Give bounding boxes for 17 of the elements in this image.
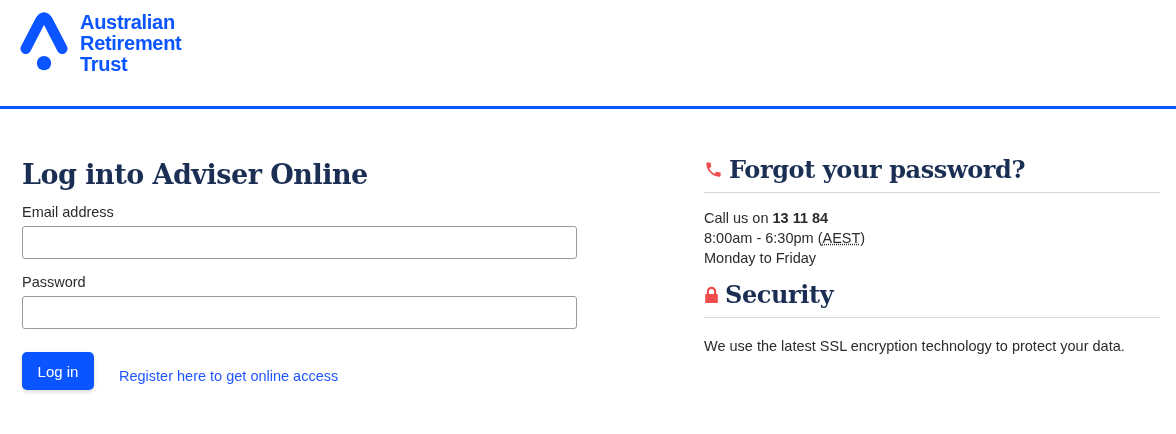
register-link[interactable]: Register here to get online access <box>119 368 339 384</box>
phone-icon <box>704 160 723 179</box>
logo-text: Australian Retirement Trust <box>80 12 182 75</box>
section-heading: Security <box>725 280 834 309</box>
logo-icon <box>20 12 68 72</box>
section-heading: Forgot your password? <box>729 155 1026 184</box>
phone-text: Call us on 13 11 84 <box>704 209 830 228</box>
page-title: Log into Adviser Online <box>22 159 369 190</box>
hours-text: 8:00am - 6:30pm (AEST) <box>704 229 867 248</box>
field-label: Password <box>22 274 87 290</box>
field-label: Email address <box>22 204 115 220</box>
input-field[interactable] <box>22 226 577 259</box>
lock-icon <box>704 285 719 304</box>
security-text: We use the latest SSL encryption technology to protect your data. <box>704 337 1126 356</box>
login-button[interactable]: Log in <box>22 352 94 390</box>
input-field[interactable] <box>22 296 577 329</box>
days-text: Monday to Friday <box>704 249 818 268</box>
